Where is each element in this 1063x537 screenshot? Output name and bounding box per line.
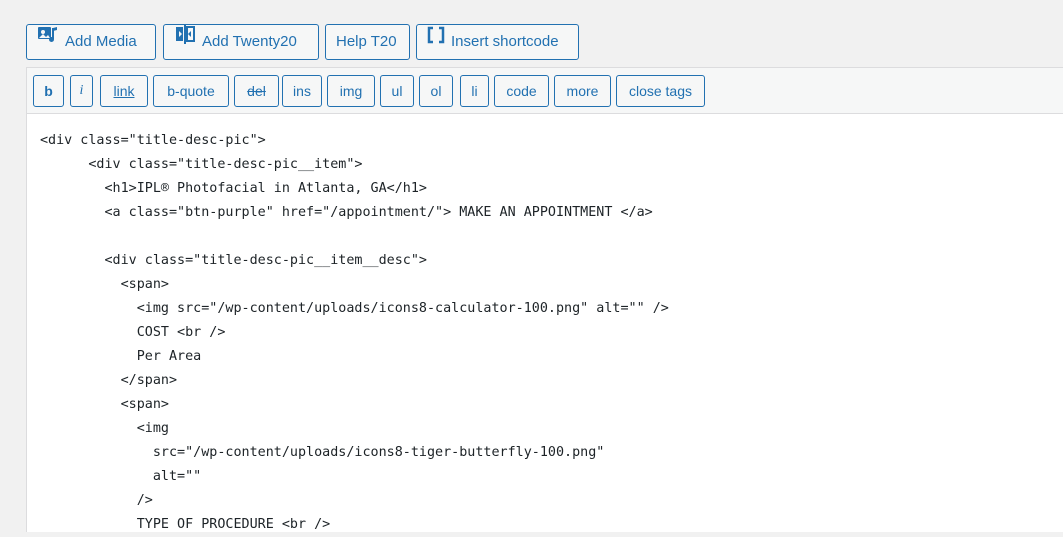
insert-shortcode-label: Insert shortcode: [451, 33, 559, 50]
twenty20-icon: [174, 23, 196, 57]
code-line: <div class="title-desc-pic">: [40, 133, 266, 148]
help-t20-label: Help T20: [336, 33, 397, 50]
code-line: Per Area: [40, 349, 202, 364]
quicktag-italic-button[interactable]: i: [70, 75, 93, 107]
quicktags-toolbar: b i link b-quote del ins img ul ol li co…: [26, 67, 1063, 114]
code-line: <h1>IPL® Photofacial in Atlanta, GA</h1>: [40, 181, 427, 196]
code-line: src="/wp-content/uploads/icons8-tiger-bu…: [40, 445, 605, 460]
code-line: TYPE OF PROCEDURE <br />: [40, 517, 331, 532]
code-line: <span>: [40, 397, 169, 412]
help-t20-button[interactable]: Help T20: [325, 24, 410, 60]
add-media-icon: [37, 23, 59, 57]
quicktag-ins-button[interactable]: ins: [282, 75, 322, 107]
quicktag-link-button[interactable]: link: [100, 75, 148, 107]
code-line: <span>: [40, 277, 169, 292]
quicktag-close-tags-button[interactable]: close tags: [616, 75, 705, 107]
add-media-button[interactable]: Add Media: [26, 24, 156, 60]
quicktag-more-button[interactable]: more: [554, 75, 611, 107]
code-line: <div class="title-desc-pic__item">: [40, 157, 363, 172]
code-line: <img: [40, 421, 169, 436]
code-line: <img src="/wp-content/uploads/icons8-cal…: [40, 301, 669, 316]
code-line: COST <br />: [40, 325, 226, 340]
code-line: />: [40, 493, 153, 508]
code-line: alt="": [40, 469, 202, 484]
quicktag-li-button[interactable]: li: [460, 75, 489, 107]
add-twenty20-label: Add Twenty20: [202, 33, 297, 50]
quicktag-del-button[interactable]: del: [234, 75, 279, 107]
quicktag-ul-button[interactable]: ul: [380, 75, 414, 107]
quicktag-bold-button[interactable]: b: [33, 75, 64, 107]
code-line: <div class="title-desc-pic__item__desc">: [40, 253, 427, 268]
quicktag-bquote-button[interactable]: b-quote: [153, 75, 229, 107]
code-editor-content[interactable]: <div class="title-desc-pic"> <div class=…: [40, 129, 669, 537]
insert-shortcode-button[interactable]: Insert shortcode: [416, 24, 579, 60]
quicktag-code-button[interactable]: code: [494, 75, 549, 107]
code-editor[interactable]: <div class="title-desc-pic"> <div class=…: [26, 114, 1063, 532]
add-twenty20-button[interactable]: Add Twenty20: [163, 24, 319, 60]
code-line: <a class="btn-purple" href="/appointment…: [40, 205, 653, 220]
add-media-label: Add Media: [65, 33, 137, 50]
quicktag-img-button[interactable]: img: [327, 75, 375, 107]
code-line: </span>: [40, 373, 178, 388]
shortcode-brackets-icon: [427, 23, 445, 57]
quicktag-ol-button[interactable]: ol: [419, 75, 453, 107]
